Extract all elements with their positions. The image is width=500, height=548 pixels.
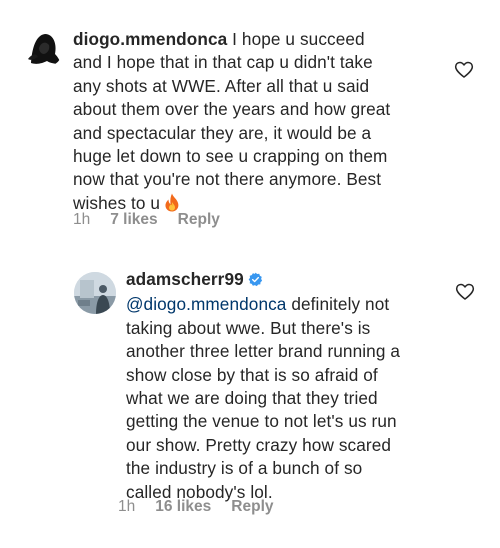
comment-line: what we are doing that they tried xyxy=(126,388,378,409)
comment-line: I hope u succeed xyxy=(227,29,365,49)
avatar[interactable] xyxy=(22,26,64,68)
avatar-dark-hair-icon xyxy=(22,26,64,68)
timestamp: 1h xyxy=(73,211,91,228)
timestamp: 1h xyxy=(118,498,136,515)
comment-line: taking about wwe. But there's is xyxy=(126,317,371,338)
comment-line: huge let down to see u crapping on them xyxy=(73,146,388,167)
verified-badge-icon xyxy=(248,270,263,293)
avatar-photo-icon xyxy=(74,272,116,314)
avatar[interactable] xyxy=(74,272,116,314)
mention-link[interactable]: @diogo.mmendonca xyxy=(126,294,286,314)
comment-line: wishes to u xyxy=(73,192,161,213)
likes-count[interactable]: 16 likes xyxy=(155,498,211,515)
comment-line: and I hope that in that cap u didn't tak… xyxy=(73,52,373,73)
comment-meta: 1h 16 likes Reply xyxy=(118,498,294,516)
comment-line: another three letter brand running a xyxy=(126,341,401,362)
comment-line: and spectacular they are, it would be a xyxy=(73,122,372,143)
comment-line: any shots at WWE. After all that u said xyxy=(73,75,370,96)
comment-meta: 1h 7 likes Reply xyxy=(73,211,240,229)
reply-button[interactable]: Reply xyxy=(178,211,220,228)
heart-outline-icon[interactable] xyxy=(455,282,475,302)
comment-line: show close by that is so afraid of xyxy=(126,364,378,385)
reply-button[interactable]: Reply xyxy=(231,498,273,515)
comment-line: definitely not xyxy=(286,294,390,315)
comment-line: our show. Pretty crazy how scared xyxy=(126,434,392,455)
username[interactable]: diogo.mmendonca xyxy=(73,29,227,49)
comment-line: getting the venue to not let's us run xyxy=(126,411,397,432)
comment-line: the industry is of a bunch of so xyxy=(126,458,363,479)
likes-count[interactable]: 7 likes xyxy=(110,211,157,228)
comment-text: adamscherr99 @diogo.mmendonca definitely… xyxy=(126,268,400,504)
username[interactable]: adamscherr99 xyxy=(126,269,244,289)
comment-line: about them over the years and how great xyxy=(73,99,391,120)
heart-outline-icon[interactable] xyxy=(454,60,474,80)
comment-text: diogo.mmendonca I hope u succeed and I h… xyxy=(73,28,390,218)
comment-line: now that you're not there anymore. Best xyxy=(73,169,382,190)
